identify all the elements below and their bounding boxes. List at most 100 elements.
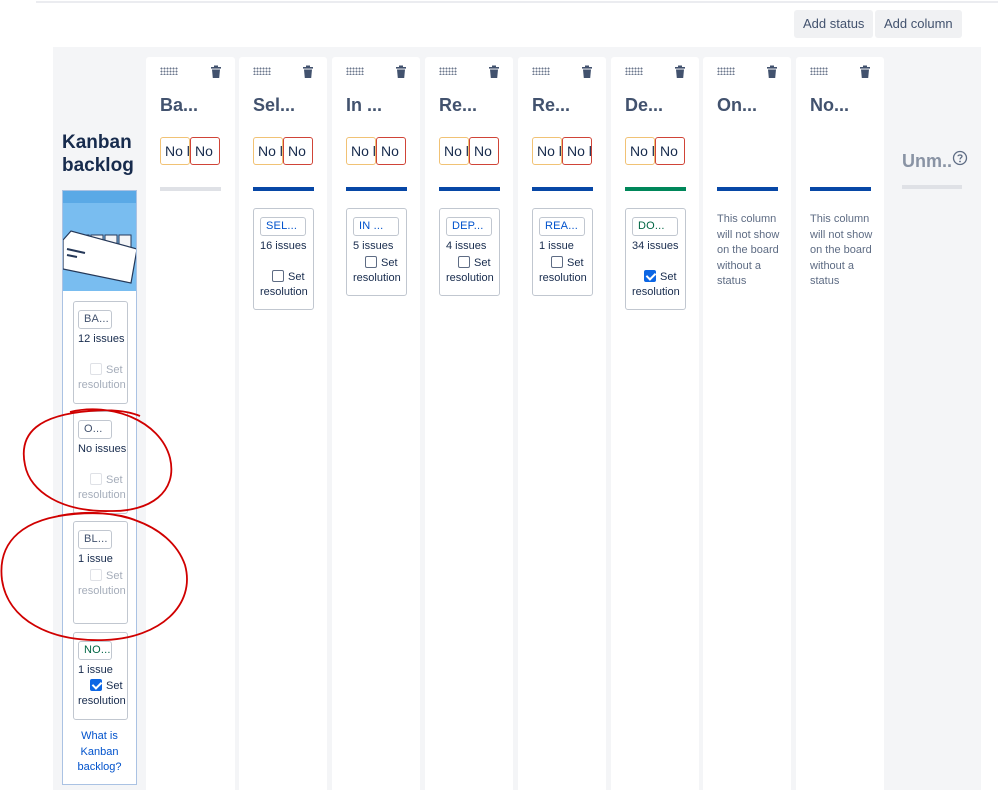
backlog-status-card[interactable]: BL... 1 issue Set resolution bbox=[73, 521, 128, 624]
set-resolution-option: Set resolution bbox=[78, 569, 127, 599]
question-circle-icon[interactable] bbox=[952, 150, 968, 166]
drag-handle-icon[interactable] bbox=[160, 67, 178, 75]
column-limits: No l No bbox=[160, 137, 221, 165]
column-name[interactable]: De... bbox=[625, 95, 663, 116]
trash-icon[interactable] bbox=[765, 65, 779, 79]
set-resolution-label: Set bbox=[381, 257, 398, 269]
set-resolution-option[interactable]: Set resolution bbox=[539, 256, 592, 286]
status-card[interactable]: SEL... 16 issues Set resolution bbox=[253, 208, 314, 310]
board-column[interactable]: Re... No l No DEP... 4 issues Set resolut… bbox=[425, 57, 513, 790]
board-column[interactable]: In ... No l No IN ... 5 issues Set resolu… bbox=[332, 57, 420, 790]
set-resolution-option[interactable]: Set resolution bbox=[260, 270, 313, 300]
set-resolution-option[interactable]: Set resolution bbox=[78, 679, 127, 709]
trash-icon[interactable] bbox=[394, 65, 408, 79]
column-name[interactable]: Sel... bbox=[253, 95, 295, 116]
min-limit-input[interactable]: No l bbox=[439, 137, 469, 165]
set-resolution-checkbox[interactable] bbox=[458, 256, 470, 268]
no-status-message: This column will not show on the board w… bbox=[717, 213, 780, 288]
drag-handle-icon[interactable] bbox=[532, 67, 550, 75]
max-limit-input[interactable]: No bbox=[469, 137, 499, 165]
column-name[interactable]: No... bbox=[810, 95, 849, 116]
what-is-kanban-backlog-link[interactable]: What is Kanban backlog? bbox=[63, 729, 136, 776]
column-name[interactable]: Re... bbox=[439, 95, 477, 116]
set-resolution-checkbox[interactable] bbox=[644, 270, 656, 282]
set-resolution-label: Set bbox=[106, 680, 123, 692]
trash-icon[interactable] bbox=[301, 65, 315, 79]
max-limit-input[interactable]: No l bbox=[562, 137, 592, 165]
set-resolution-checkbox[interactable] bbox=[90, 473, 102, 485]
board-column[interactable]: On... This column will not show on the bo… bbox=[703, 57, 791, 790]
drag-handle-icon[interactable] bbox=[810, 67, 828, 75]
status-card[interactable]: DEP... 4 issues Set resolution bbox=[439, 208, 500, 296]
set-resolution-option: Set resolution bbox=[78, 363, 127, 393]
set-resolution-option[interactable]: Set resolution bbox=[446, 256, 499, 286]
column-status-bar bbox=[160, 187, 221, 191]
kanban-backlog-column[interactable]: BA... 12 issues Set resolution O... No is… bbox=[62, 190, 137, 785]
max-limit-input[interactable]: No bbox=[376, 137, 406, 165]
column-limits: No l No bbox=[346, 137, 407, 165]
top-divider bbox=[36, 0, 998, 3]
board-column[interactable]: Re... No l No l REA... 1 issue Set resolu… bbox=[518, 57, 606, 790]
drag-handle-icon[interactable] bbox=[625, 67, 643, 75]
trash-icon[interactable] bbox=[580, 65, 594, 79]
min-limit-input[interactable]: No l bbox=[253, 137, 283, 165]
add-column-button[interactable]: Add column bbox=[875, 10, 962, 38]
unmapped-column-bar bbox=[902, 185, 962, 189]
min-limit-input[interactable]: No l bbox=[625, 137, 655, 165]
drag-handle-icon[interactable] bbox=[717, 67, 735, 75]
set-resolution-checkbox[interactable] bbox=[90, 363, 102, 375]
column-limits: No l No bbox=[253, 137, 314, 165]
status-lozenge: REA... bbox=[539, 217, 585, 236]
set-resolution-label-2: resolution bbox=[78, 585, 126, 597]
backlog-status-card[interactable]: O... No issues Set resolution bbox=[73, 411, 128, 514]
set-resolution-checkbox[interactable] bbox=[90, 569, 102, 581]
trash-icon[interactable] bbox=[209, 65, 223, 79]
drag-handle-icon[interactable] bbox=[346, 67, 364, 75]
set-resolution-option: Set resolution bbox=[78, 473, 127, 503]
status-lozenge: DO... bbox=[632, 217, 678, 236]
backlog-illustration bbox=[63, 191, 136, 291]
set-resolution-checkbox[interactable] bbox=[365, 256, 377, 268]
status-lozenge: NO... bbox=[78, 641, 112, 660]
set-resolution-label-2: resolution bbox=[260, 286, 308, 298]
min-limit-input[interactable]: No l bbox=[532, 137, 562, 165]
set-resolution-option[interactable]: Set resolution bbox=[632, 270, 685, 300]
backlog-status-card[interactable]: NO... 1 issue Set resolution bbox=[73, 632, 128, 720]
trash-icon[interactable] bbox=[858, 65, 872, 79]
set-resolution-checkbox[interactable] bbox=[90, 679, 102, 691]
board-column[interactable]: Sel... No l No SEL... 16 issues Set resol… bbox=[239, 57, 327, 790]
set-resolution-checkbox[interactable] bbox=[551, 256, 563, 268]
trash-icon[interactable] bbox=[487, 65, 501, 79]
status-card[interactable]: DO... 34 issues Set resolution bbox=[625, 208, 686, 310]
column-name[interactable]: In ... bbox=[346, 95, 382, 116]
column-name[interactable]: Re... bbox=[532, 95, 570, 116]
trash-icon[interactable] bbox=[673, 65, 687, 79]
drag-handle-icon[interactable] bbox=[253, 67, 271, 75]
status-card[interactable]: IN ... 5 issues Set resolution bbox=[346, 208, 407, 296]
board-column[interactable]: De... No l No DO... 34 issues Set resolut… bbox=[611, 57, 699, 790]
status-card[interactable]: REA... 1 issue Set resolution bbox=[532, 208, 593, 296]
backlog-status-card[interactable]: BA... 12 issues Set resolution bbox=[73, 301, 128, 404]
max-limit-input[interactable]: No bbox=[283, 137, 313, 165]
set-resolution-label: Set bbox=[106, 474, 123, 486]
set-resolution-label: Set bbox=[660, 271, 677, 283]
no-status-message: This column will not show on the board w… bbox=[810, 213, 873, 288]
issue-count: 34 issues bbox=[632, 240, 679, 252]
column-name[interactable]: On... bbox=[717, 95, 757, 116]
status-lozenge: DEP... bbox=[446, 217, 492, 236]
set-resolution-label-2: resolution bbox=[632, 286, 680, 298]
add-status-button[interactable]: Add status bbox=[794, 10, 874, 38]
board-column[interactable]: Ba... No l No bbox=[146, 57, 235, 790]
issue-count: 12 issues bbox=[78, 333, 125, 345]
board-column[interactable]: No... This column will not show on the bo… bbox=[796, 57, 884, 790]
column-status-bar bbox=[625, 187, 686, 191]
column-name[interactable]: Ba... bbox=[160, 95, 198, 116]
set-resolution-option[interactable]: Set resolution bbox=[353, 256, 406, 286]
drag-handle-icon[interactable] bbox=[439, 67, 457, 75]
issue-count: 1 issue bbox=[78, 664, 113, 676]
set-resolution-checkbox[interactable] bbox=[272, 270, 284, 282]
max-limit-input[interactable]: No bbox=[190, 137, 220, 165]
max-limit-input[interactable]: No bbox=[655, 137, 685, 165]
min-limit-input[interactable]: No l bbox=[346, 137, 376, 165]
min-limit-input[interactable]: No l bbox=[160, 137, 190, 165]
